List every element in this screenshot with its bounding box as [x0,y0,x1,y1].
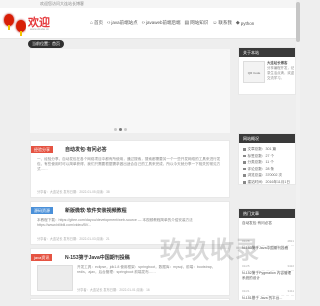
rec-views: 3411 [287,289,294,293]
post-category-badge[interactable]: 经验分享 [31,146,53,153]
nav-label: python [240,20,255,26]
top-bar-text: 欢迎您访问大连站长博客 [40,1,84,6]
stat-row: 评论总数：28 条 [243,166,290,173]
bullet-icon [243,154,246,158]
user-icon: ☺ [212,20,218,26]
bullet-icon [243,161,246,164]
stat-row: 分类总数：11 个 [243,159,290,166]
rec-views: 3422 [287,264,294,268]
stat-row: 建站时间：2016年11月1日 [243,179,290,186]
image-slider[interactable] [30,49,230,133]
site-header: 欢迎 www.dl-site.cn ⌂ 首页 ‹› java前端站点 ‹› javaw… [0,8,300,39]
post-thumbnail[interactable] [37,265,73,291]
site-logo[interactable]: 欢迎 www.dl-site.cn [26,14,54,32]
recommend-header: 热门文章 [239,209,295,218]
post-category-badge[interactable]: java资讯 [31,254,53,261]
bullet-icon [243,148,246,151]
nav-label: 首页 [94,20,104,25]
nav-item-python[interactable]: ◆ python [236,20,254,26]
code-icon: ‹› [141,20,145,26]
post-meta: 分享者：大连站长 发布日期：2022-01-03 阅读：21 [37,237,110,241]
about-header: 关于本站 [239,48,295,57]
qr-code-icon: QR Code [243,61,265,83]
post-description: 开发工具：eclipse，jdk1.8 使用框架：springboot，数据库：… [77,265,216,274]
nav-item-contact[interactable]: ☺ 联系我 [212,20,232,26]
post-title[interactable]: 新版微软·软件安装视频教程 [65,207,127,214]
post-title[interactable]: N-153第于Java中国期刊投稿 [65,254,130,261]
watermark-text: 玖玖收录 [160,236,260,264]
logo-subtext: www.dl-site.cn [30,27,50,31]
stat-text: 分类总数：11 个 [247,160,274,165]
bullet-icon [243,181,246,184]
rec-title[interactable]: N-152第于Pygmalion 内容管理系统的设计 [242,271,294,281]
stat-text: 评论总数：28 条 [247,166,275,171]
lantern-right-icon [16,20,26,36]
post-title[interactable]: 自动发包·有问必答 [65,146,107,153]
stat-text: 建站时间：2016年11月1日 [247,179,290,184]
post-description: 一、经验分享，自动发包在各个网络项目中都有所使用，通过搜索，搜索都需要另一个一些… [37,157,221,171]
stat-row: 浏览总量：370002 次 [243,172,290,179]
nav-item-javaweb[interactable]: ‹› javaweb前端后端 [142,20,181,26]
nav-item-site-knowledge[interactable]: ▤ 网站知识 [185,20,209,26]
about-text-block: 大连站长博客 分享编程开发，记录生活点滴，欢迎交流学习。 [267,61,295,81]
nav-label: java前端站点 [111,20,138,25]
tag-icon: ◆ [235,20,240,26]
code-icon: ‹› [107,20,111,26]
post-meta: 分享者：大连站长 发布日期：2022-01-01 阅读：16 [77,288,150,292]
home-icon: ⌂ [90,20,94,26]
stat-text: 标签总数：27 个 [247,153,275,158]
main-nav: ⌂ 首页 ‹› java前端站点 ‹› javaweb前端后端 ▤ 网站知识 ☺ 联系我 … [90,16,254,30]
rec-date: 01/21 [242,289,250,293]
bullet-icon [243,167,246,171]
bullet-icon [243,174,246,177]
stat-row: 标签总数：27 个 [243,153,290,160]
doc-icon: ▤ [184,20,190,26]
post-category-badge[interactable]: 源码资源 [31,207,53,214]
stats-header: 网站概况 [239,134,295,143]
scrollbar[interactable] [296,0,300,300]
stats-list: 文章总数：301 篇 标签总数：27 个 分类总数：11 个 评论总数：28 条… [243,146,290,186]
about-description: 分享编程开发，记录生活点滴，欢迎交流学习。 [267,66,295,80]
rec-title[interactable]: 自动发包·有问必答 [242,221,294,226]
nav-label: 联系我 [218,20,232,25]
rec-title[interactable]: N-151基于 Java 的平台... [242,296,294,301]
stat-text: 浏览总量：370002 次 [247,173,283,178]
post-card[interactable]: 经验分享 自动发包·有问必答 一、经验分享，自动发包在各个网络项目中都有所使用，… [30,140,230,198]
about-panel: 关于本站 QR Code 大连站长博客 分享编程开发，记录生活点滴，欢迎交流学习… [238,47,296,95]
slider-dots [114,128,127,131]
nav-item-java-frontend[interactable]: ‹› java前端站点 [107,20,138,26]
lantern-left-icon [4,14,14,30]
slider-dot-active[interactable] [119,128,122,131]
breadcrumb-label[interactable]: 当前位置：首页 [28,40,64,48]
rec-views: 4821 [287,239,294,243]
post-meta: 分享者：大连站长 发布日期：2022-01-05 阅读：38 [37,190,110,194]
list-item[interactable]: N-152第于Pygmalion 内容管理系统的设计 01/21 3411 [242,271,294,296]
stat-text: 文章总数：301 篇 [247,147,277,151]
nav-label: javaweb前端后端 [145,20,181,25]
list-item[interactable]: N-151基于 Java 的平台... [242,296,294,306]
scrollbar-thumb[interactable] [296,2,300,42]
nav-label: 网站知识 [190,20,209,25]
nav-item-home[interactable]: ⌂ 首页 [90,20,103,26]
stats-panel: 网站概况 文章总数：301 篇 标签总数：27 个 分类总数：11 个 评论总数… [238,133,296,185]
slider-dot[interactable] [114,128,117,131]
slider-dot[interactable] [124,128,127,131]
stat-row: 文章总数：301 篇 [243,146,290,153]
